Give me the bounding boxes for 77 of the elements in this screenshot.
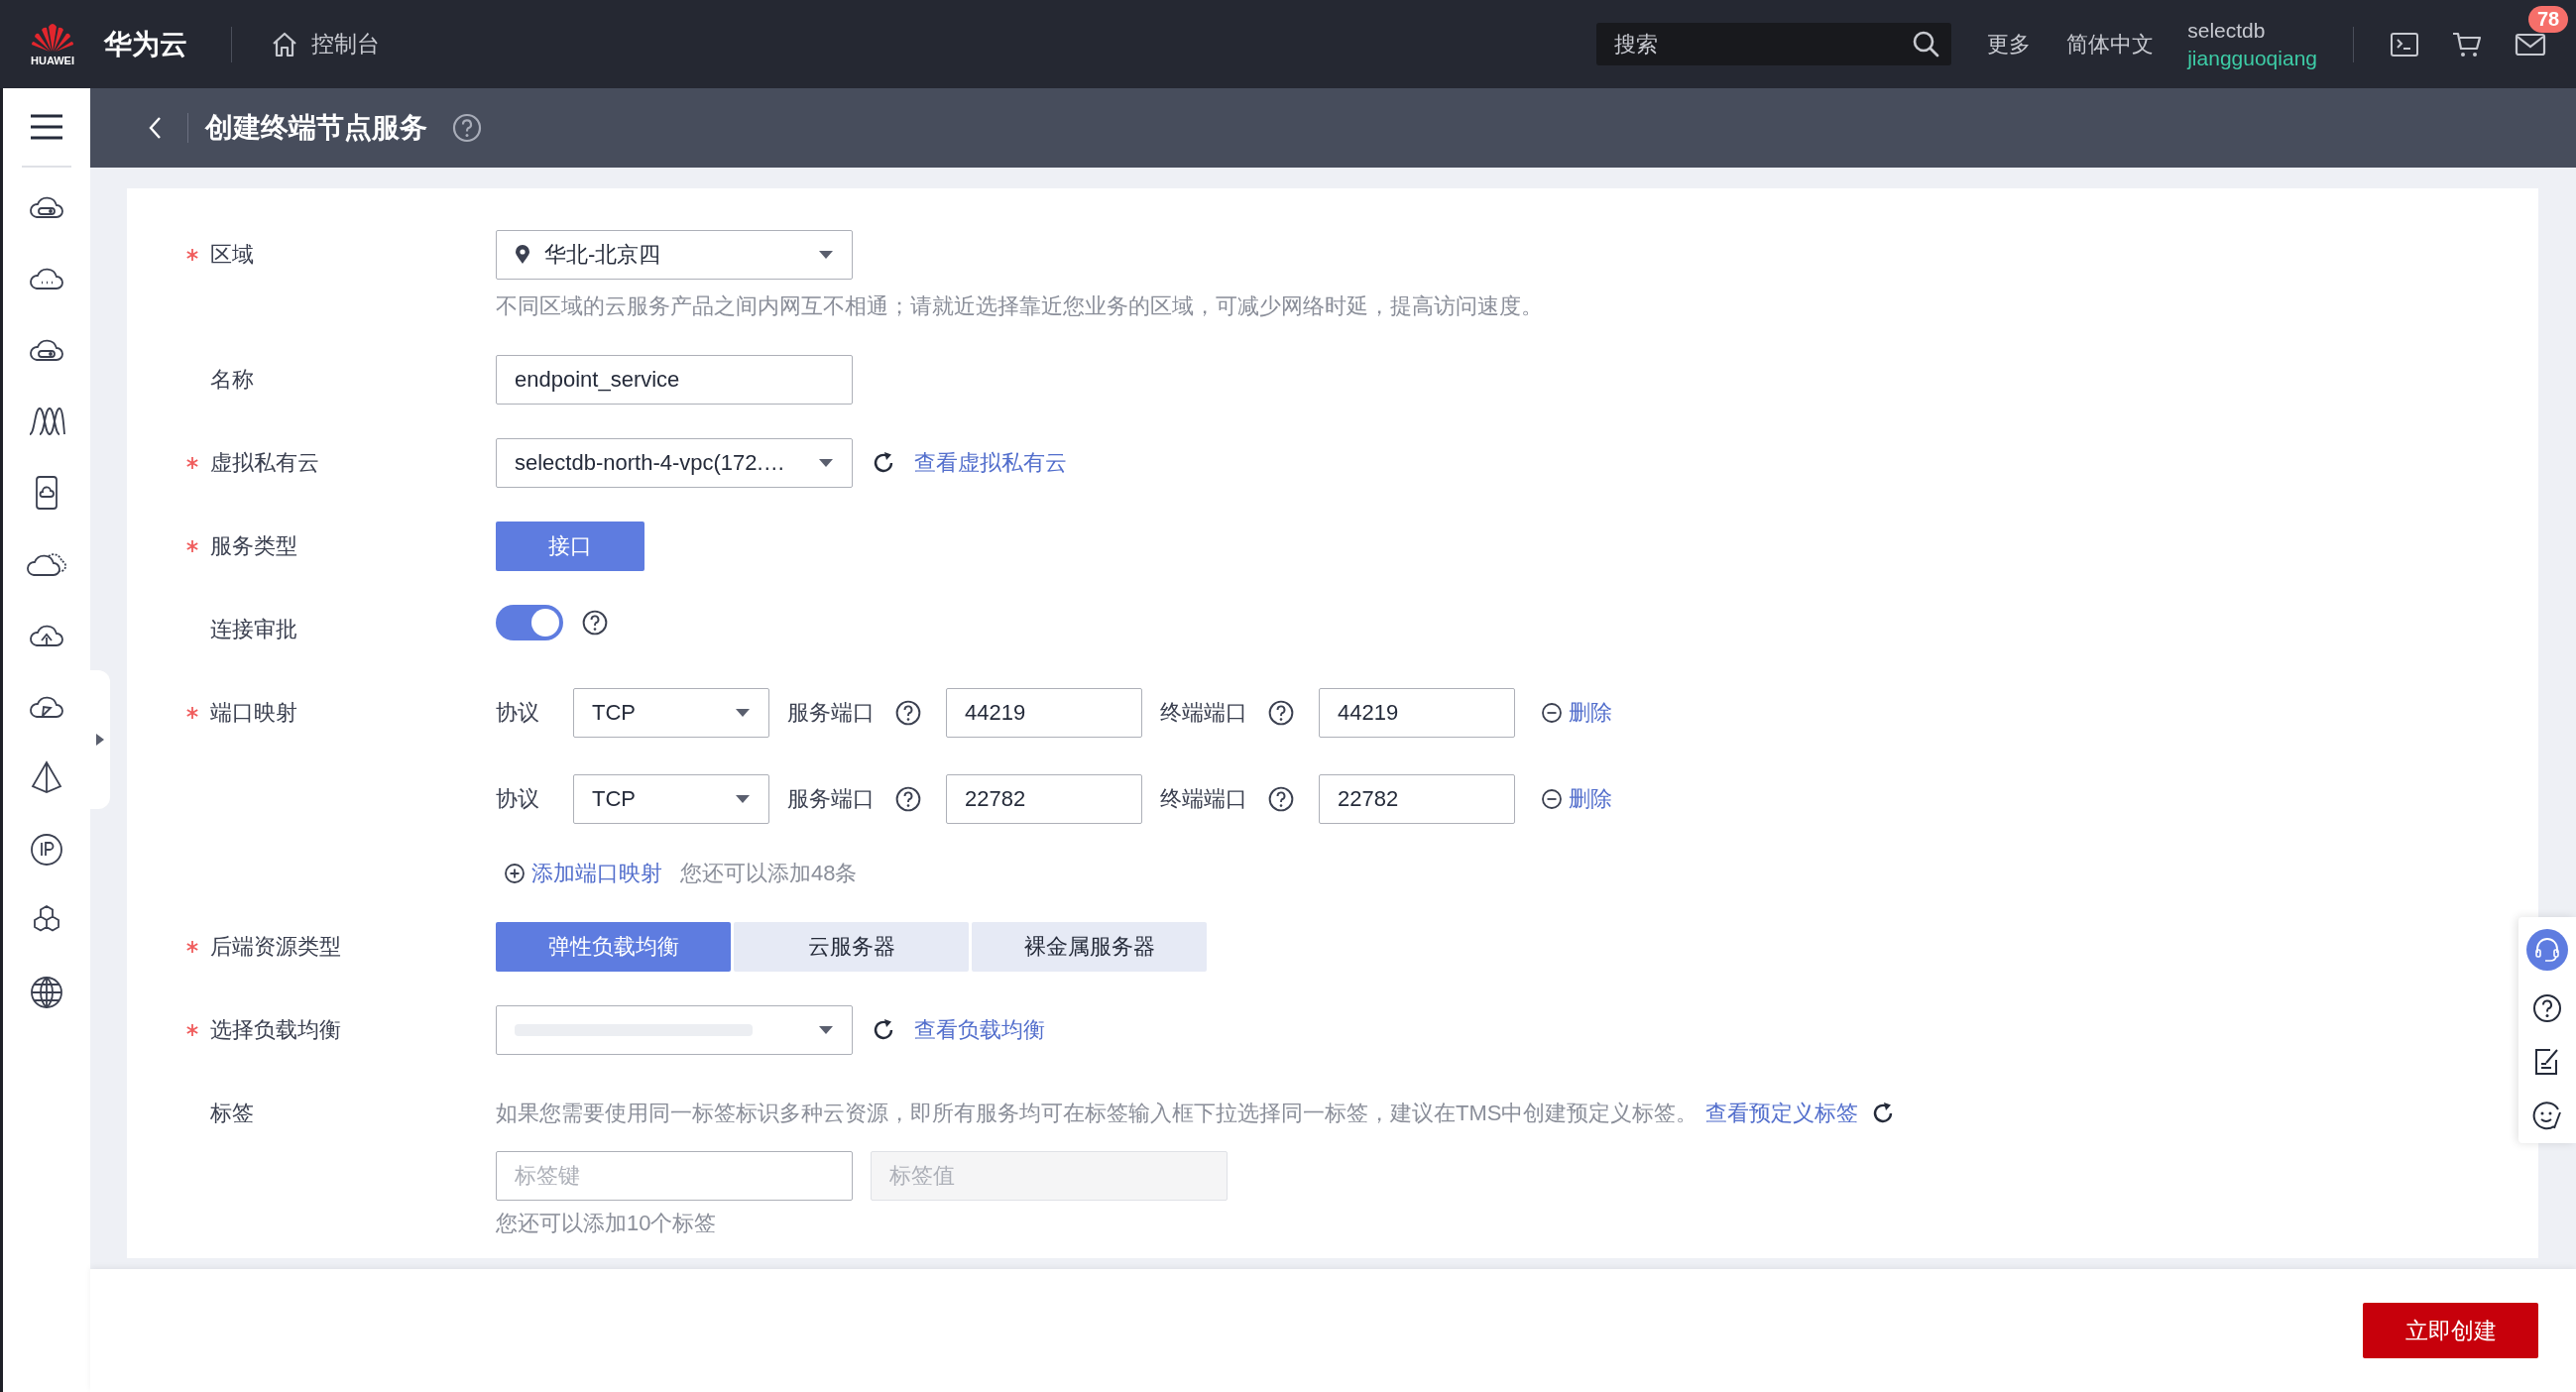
service-port-field[interactable]: 22782 — [946, 774, 1142, 824]
add-port-mapping-link[interactable]: 添加端口映射 — [504, 859, 662, 888]
page-title: 创建终端节点服务 — [205, 111, 427, 145]
endpoint-port-label: 终端端口 — [1160, 785, 1247, 813]
minus-circle-icon — [1541, 788, 1563, 810]
help-icon[interactable] — [1267, 699, 1295, 727]
option-button[interactable]: 云服务器 — [734, 922, 969, 972]
view-link[interactable]: 查看负载均衡 — [914, 1015, 1045, 1045]
smiley-icon[interactable] — [2531, 1100, 2563, 1131]
field-label: 选择负载均衡 — [210, 1016, 341, 1044]
sidebar-toggle[interactable] — [90, 670, 110, 809]
plus-circle-icon — [504, 863, 526, 884]
help-icon[interactable] — [894, 699, 922, 727]
endpoint-port-field[interactable]: 44219 — [1319, 688, 1515, 738]
search-field[interactable]: 搜索 — [1596, 23, 1952, 65]
top-menu-link[interactable]: 简体中文 — [2066, 29, 2155, 59]
option-button[interactable]: 接口 — [496, 522, 644, 571]
option-button[interactable]: 裸金属服务器 — [972, 922, 1207, 972]
field-label: 后端资源类型 — [210, 933, 341, 961]
cart-icon[interactable] — [2451, 30, 2483, 58]
console-link[interactable]: 控制台 — [270, 29, 380, 59]
name-input-field[interactable]: endpoint_service — [496, 355, 853, 405]
message-count-badge: 78 — [2528, 5, 2569, 33]
brand-name[interactable]: 华为云 — [104, 25, 187, 63]
delete-link[interactable]: 删除 — [1541, 698, 1612, 728]
field-label: 标签 — [210, 1100, 254, 1127]
service-port-label: 服务端口 — [787, 785, 875, 813]
help-icon[interactable] — [894, 785, 922, 813]
help-icon[interactable] — [581, 609, 609, 637]
protocol-label: 协议 — [496, 699, 539, 727]
dropdown-caret-icon — [735, 708, 751, 718]
field-label: 区域 — [210, 241, 254, 269]
mail-icon[interactable] — [2515, 31, 2546, 58]
field-label: 端口映射 — [210, 699, 297, 727]
hint-text: 如果您需要使用同一标签标识多种云资源，即所有服务均可在标签输入框下拉选择同一标签，建议在TMS中创建预定义标签。 — [496, 1100, 1698, 1127]
option-button[interactable]: 弹性负载均衡 — [496, 922, 731, 972]
field-label: 名称 — [210, 366, 254, 394]
endpoint-port-label: 终端端口 — [1160, 699, 1247, 727]
tag-limit-note: 您还可以添加10个标签 — [496, 1210, 718, 1237]
service-port-label: 服务端口 — [787, 699, 875, 727]
dropdown-field[interactable]: 华北-北京四 — [496, 230, 853, 280]
tag-key-field[interactable]: 标签键 — [496, 1151, 853, 1201]
service-port-field[interactable]: 44219 — [946, 688, 1142, 738]
user-name[interactable]: jiangguoqiang — [2187, 44, 2317, 72]
help-icon[interactable] — [1267, 785, 1295, 813]
logo[interactable]: HUAWEI — [26, 22, 79, 66]
view-link[interactable]: 查看虚拟私有云 — [914, 448, 1067, 478]
minus-circle-icon — [1541, 702, 1563, 724]
view-link[interactable]: 查看预定义标签 — [1705, 1099, 1859, 1128]
logo-wordmark: HUAWEI — [31, 54, 74, 66]
endpoint-port-field[interactable]: 22782 — [1319, 774, 1515, 824]
terminal-icon[interactable] — [2390, 31, 2419, 58]
toggle-switch[interactable] — [496, 605, 563, 640]
triangle-right-icon — [95, 733, 105, 747]
dropdown-caret-icon — [818, 1025, 834, 1035]
delete-link[interactable]: 删除 — [1541, 784, 1612, 814]
dropdown-caret-icon — [818, 250, 834, 260]
dropdown-field[interactable] — [496, 1005, 853, 1055]
protocol-dropdown[interactable]: TCP — [573, 774, 769, 824]
account-name[interactable]: selectdb — [2187, 16, 2317, 45]
field-label: 虚拟私有云 — [210, 449, 319, 477]
field-label: 连接审批 — [210, 616, 297, 643]
menu-icon[interactable] — [29, 112, 64, 142]
dropdown-field[interactable]: selectdb-north-4-vpc(172.… — [496, 438, 853, 488]
remaining-count-note: 您还可以添加48条 — [680, 860, 858, 887]
petals-logo-icon — [30, 22, 75, 53]
dropdown-caret-icon — [735, 794, 751, 804]
create-button[interactable]: 立即创建 — [2363, 1303, 2538, 1358]
help-icon[interactable] — [2531, 992, 2563, 1024]
protocol-dropdown[interactable]: TCP — [573, 688, 769, 738]
top-menu-link[interactable]: 更多 — [1987, 29, 2032, 59]
search-icon — [1912, 30, 1940, 58]
field-label: 服务类型 — [210, 532, 297, 560]
protocol-label: 协议 — [496, 785, 539, 813]
hint-text: 不同区域的云服务产品之间内网互不相通；请就近选择靠近您业务的区域，可减少网络时延，提高访问速度。 — [496, 292, 1544, 320]
dropdown-caret-icon — [818, 458, 834, 468]
headset-icon[interactable] — [2526, 929, 2568, 971]
